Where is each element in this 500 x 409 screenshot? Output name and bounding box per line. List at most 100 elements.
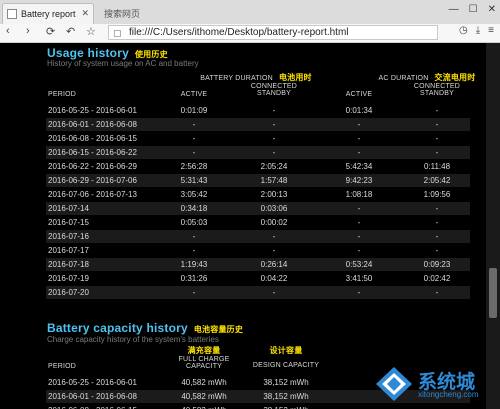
table-row: 2016-07-16 - - - - <box>46 230 470 243</box>
cell-period: 2016-07-15 <box>48 218 89 227</box>
usage-history-title: Usage history 使用历史 <box>47 46 168 60</box>
full-charge-header: 满充容量 FULL CHARGE CAPACITY <box>178 346 230 370</box>
cell-design: 38,152 mWh <box>246 404 326 409</box>
cell-b-active: 0:34:18 <box>180 204 208 213</box>
cell-b-active: - <box>192 120 196 129</box>
address-bar[interactable]: ▢ file:///C:/Users/ithome/Desktop/batter… <box>108 25 438 40</box>
cell-a-active: 0:01:34 <box>345 106 373 115</box>
cell-a-active: - <box>357 204 361 213</box>
close-window-icon[interactable]: ✕ <box>488 4 496 15</box>
cell-b-standby: 2:00:13 <box>260 190 288 199</box>
cell-period: 2016-06-22 - 2016-06-29 <box>48 162 137 171</box>
cell-b-standby: - <box>272 288 276 297</box>
cell-a-active: - <box>357 232 361 241</box>
undo-icon[interactable]: ↶ <box>66 25 75 38</box>
maximize-icon[interactable]: ☐ <box>469 4 478 15</box>
vertical-scrollbar[interactable] <box>486 43 500 409</box>
cell-a-active: - <box>357 134 361 143</box>
battery-duration-header: BATTERY DURATION 电池用时 <box>200 73 312 82</box>
minimize-icon[interactable]: — <box>449 4 459 15</box>
window-controls: — ☐ ✕ <box>449 4 496 15</box>
cell-design: 38,152 mWh <box>263 392 309 401</box>
ac-standby-header: CONNECTED STANDBY <box>413 83 461 97</box>
table-row: 2016-06-22 - 2016-06-29 2:56:28 2:05:24 5:4… <box>46 160 470 173</box>
table-row: 2016-07-17 - - - - <box>46 244 470 257</box>
download-icon[interactable]: ⤓ <box>476 25 480 36</box>
menu-icon[interactable]: ≡ <box>488 25 494 36</box>
cell-period: 2016-06-08 - 2016-06-15 <box>48 404 137 409</box>
table-row: 2016-07-14 0:34:18 0:03:06 - - <box>46 202 470 215</box>
cell-period: 2016-05-25 - 2016-06-01 <box>48 106 137 115</box>
cell-full: 40,582 mWh <box>164 404 244 409</box>
back-icon[interactable]: ‹ <box>6 25 10 37</box>
cell-design: 38,152 mWh <box>263 378 309 387</box>
scroll-thumb[interactable] <box>489 268 497 318</box>
table-row: 2016-07-15 0:05:03 0:00:02 - - <box>46 216 470 229</box>
cell-a-active: 3:41:50 <box>345 274 373 283</box>
cell-full: 40,582 mWh <box>181 392 227 401</box>
cell-b-active: - <box>192 148 196 157</box>
cell-b-standby: - <box>272 148 276 157</box>
cell-period: 2016-07-06 - 2016-07-13 <box>48 190 137 199</box>
cell-b-active: - <box>192 288 196 297</box>
cell-b-standby: 0:00:02 <box>260 218 288 227</box>
cell-b-active: - <box>192 134 196 143</box>
cell-b-standby: 0:26:14 <box>260 260 288 269</box>
cell-b-active: 2:56:28 <box>180 162 208 171</box>
usage-history-title-cn: 使用历史 <box>134 50 168 59</box>
tab-battery-report[interactable]: Battery report ✕ <box>2 3 94 24</box>
cell-period: 2016-05-25 - 2016-06-01 <box>48 378 137 387</box>
cell-b-standby: 0:03:06 <box>260 204 288 213</box>
cell-a-active: - <box>357 148 361 157</box>
cell-b-standby: - <box>272 134 276 143</box>
capacity-period-header: PERIOD <box>48 363 77 370</box>
star-icon[interactable]: ☆ <box>86 25 96 38</box>
cell-a-active: 5:42:34 <box>345 162 373 171</box>
cell-a-standby: - <box>435 148 439 157</box>
file-icon: ▢ <box>113 28 122 38</box>
table-row: 2016-05-25 - 2016-06-01 0:01:09 - 0:01:34 - <box>46 104 470 117</box>
cell-period: 2016-06-08 - 2016-06-15 <box>48 134 137 143</box>
cell-a-active: 0:53:24 <box>345 260 373 269</box>
table-row: 2016-06-01 - 2016-06-08 - - - - <box>46 118 470 131</box>
table-row: 2016-06-08 - 2016-06-15 - - - - <box>46 132 470 145</box>
cell-period: 2016-07-20 <box>48 288 89 297</box>
refresh-icon[interactable]: ⟳ <box>46 25 55 38</box>
capacity-history-subtitle: Charge capacity history of the system's … <box>47 335 219 344</box>
table-row: 2016-06-15 - 2016-06-22 - - - - <box>46 146 470 159</box>
usage-history-subtitle: History of system usage on AC and batter… <box>47 59 199 68</box>
battery-active-header: ACTIVE <box>180 91 208 98</box>
cell-b-standby: 2:05:24 <box>260 162 288 171</box>
cell-period: 2016-07-17 <box>48 246 89 255</box>
cell-a-standby: - <box>435 246 439 255</box>
cell-period: 2016-07-14 <box>48 204 89 213</box>
table-row: 2016-07-20 - - - - <box>46 286 470 299</box>
cell-full: 40,582 mWh <box>181 378 227 387</box>
watermark-icon <box>376 367 412 401</box>
cell-b-active: 1:19:43 <box>180 260 208 269</box>
cell-period: 2016-06-29 - 2016-07-06 <box>48 176 137 185</box>
tab-new[interactable]: 搜索网页 <box>100 3 220 24</box>
table-row: 2016-07-06 - 2016-07-13 3:05:42 2:00:13 1:0… <box>46 188 470 201</box>
close-icon[interactable]: ✕ <box>81 8 89 19</box>
cell-b-active: 0:01:09 <box>180 106 208 115</box>
cell-period: 2016-06-01 - 2016-06-08 <box>48 392 137 401</box>
design-capacity-header: 设计容量 DESIGN CAPACITY <box>252 346 320 369</box>
cell-a-standby: 0:02:42 <box>423 274 451 283</box>
table-row: 2016-07-19 0:31:26 0:04:22 3:41:50 0:02:42 <box>46 272 470 285</box>
table-row: 2016-06-29 - 2016-07-06 5:31:43 1:57:48 9:4… <box>46 174 470 187</box>
cell-a-standby: 0:11:48 <box>423 162 451 171</box>
history-icon[interactable]: ◷ <box>459 25 468 36</box>
ac-active-header: ACTIVE <box>345 91 373 98</box>
ac-duration-header: AC DURATION 交流电用时 <box>378 73 476 82</box>
cell-b-standby: - <box>272 232 276 241</box>
battery-standby-header: CONNECTED STANDBY <box>250 83 298 97</box>
cell-b-active: 5:31:43 <box>180 176 208 185</box>
cell-a-standby: - <box>435 106 439 115</box>
forward-icon[interactable]: › <box>26 25 30 37</box>
cell-b-standby: - <box>272 106 276 115</box>
cell-period: 2016-07-18 <box>48 260 89 269</box>
cell-b-standby: - <box>272 246 276 255</box>
cell-b-active: - <box>192 232 196 241</box>
watermark-subtext: xitongcheng.com <box>418 390 479 399</box>
